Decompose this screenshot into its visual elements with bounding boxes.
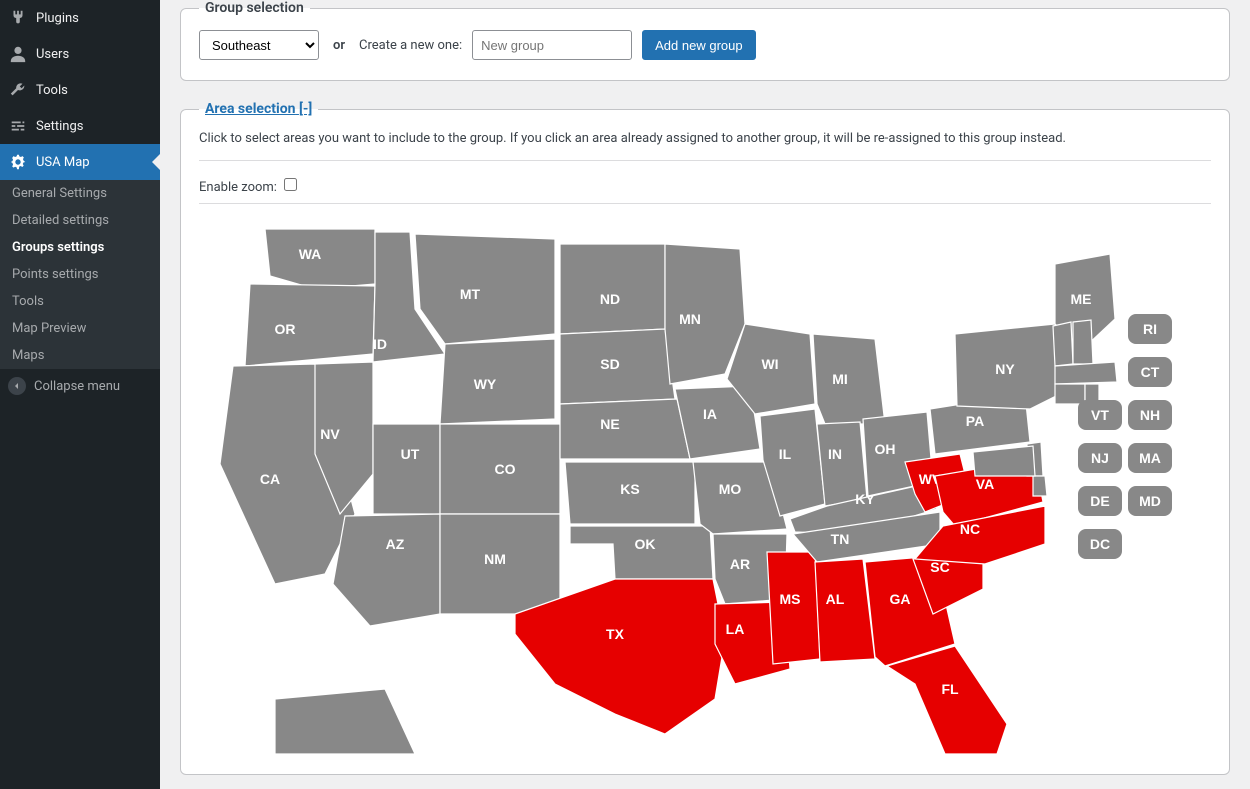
state-MI[interactable] <box>813 334 885 424</box>
group-selection-box: Group selection Southeast or Create a ne… <box>180 0 1230 81</box>
state-ND[interactable] <box>560 244 665 334</box>
collapse-menu[interactable]: Collapse menu <box>0 369 160 403</box>
state-WA[interactable] <box>265 229 375 289</box>
area-instruction: Click to select areas you want to includ… <box>199 131 1211 146</box>
sliders-icon <box>8 116 28 136</box>
state-MT[interactable] <box>415 234 555 344</box>
submenu-detailed[interactable]: Detailed settings <box>0 207 160 234</box>
submenu-points[interactable]: Points settings <box>0 261 160 288</box>
state-MD[interactable] <box>973 446 1035 476</box>
state-VT[interactable] <box>1053 322 1073 366</box>
state-CT[interactable] <box>1055 384 1085 404</box>
menu-item-plugins[interactable]: Plugins <box>0 0 160 36</box>
state-chip-DC[interactable] <box>1078 529 1122 559</box>
collapse-icon <box>8 377 26 395</box>
state-MA[interactable] <box>1055 362 1117 384</box>
state-KS[interactable] <box>565 462 695 524</box>
menu-label: Tools <box>36 83 68 98</box>
collapse-label: Collapse menu <box>34 379 120 394</box>
menu-label: USA Map <box>36 155 90 170</box>
submenu-preview[interactable]: Map Preview <box>0 315 160 342</box>
admin-sidebar: Plugins Users Tools Settings USA Map Gen… <box>0 0 160 789</box>
state-DE[interactable] <box>1033 476 1047 496</box>
wrench-icon <box>8 80 28 100</box>
user-icon <box>8 44 28 64</box>
state-FL[interactable] <box>887 646 1007 754</box>
state-chip-MD[interactable] <box>1128 486 1172 516</box>
area-selection-legend: Area selection [-] <box>199 101 318 117</box>
new-group-input[interactable] <box>472 30 632 60</box>
state-NE[interactable] <box>560 399 690 459</box>
create-label: Create a new one: <box>359 38 462 53</box>
main-content: Group selection Southeast or Create a ne… <box>160 0 1250 789</box>
state-AZ[interactable] <box>333 514 440 626</box>
state-AK-partial[interactable] <box>275 689 415 754</box>
state-NM[interactable] <box>440 514 560 614</box>
menu-label: Users <box>36 47 69 62</box>
state-chip-NJ[interactable] <box>1078 443 1122 473</box>
submenu-general[interactable]: General Settings <box>0 180 160 207</box>
state-SD[interactable] <box>560 329 675 404</box>
group-selection-legend: Group selection <box>199 0 310 16</box>
state-MS[interactable] <box>767 552 820 664</box>
area-selection-toggle[interactable]: Area selection [-] <box>205 101 312 117</box>
state-CO[interactable] <box>440 424 560 514</box>
state-chip-DE[interactable] <box>1078 486 1122 516</box>
usa-map: WAORCANVIDMTWYUTAZCONMNDSDNEKSOKTXMNIAMO… <box>199 214 1211 754</box>
state-chip-VT[interactable] <box>1078 400 1122 430</box>
submenu-maps[interactable]: Maps <box>0 342 160 369</box>
plug-icon <box>8 8 28 28</box>
state-RI[interactable] <box>1085 384 1099 402</box>
state-chip-MA[interactable] <box>1128 443 1172 473</box>
enable-zoom-label: Enable zoom: <box>199 180 277 195</box>
state-WY[interactable] <box>440 339 555 424</box>
state-IN[interactable] <box>817 422 867 506</box>
state-chip-CT[interactable] <box>1128 357 1172 387</box>
add-group-button[interactable]: Add new group <box>642 30 755 60</box>
state-chip-NH[interactable] <box>1128 400 1172 430</box>
state-OK[interactable] <box>570 526 713 579</box>
menu-item-tools[interactable]: Tools <box>0 72 160 108</box>
group-select[interactable]: Southeast <box>199 30 319 60</box>
state-UT[interactable] <box>373 424 440 514</box>
submenu: General Settings Detailed settings Group… <box>0 180 160 369</box>
submenu-groups[interactable]: Groups settings <box>0 234 160 261</box>
menu-label: Settings <box>36 119 83 134</box>
menu-item-usa-map[interactable]: USA Map <box>0 144 160 180</box>
area-selection-box: Area selection [-] Click to select areas… <box>180 101 1230 775</box>
state-OR[interactable] <box>245 284 375 366</box>
menu-item-settings[interactable]: Settings <box>0 108 160 144</box>
or-label: or <box>329 38 349 53</box>
enable-zoom-checkbox[interactable] <box>284 178 297 191</box>
divider <box>199 160 1211 161</box>
state-chip-RI[interactable] <box>1128 314 1172 344</box>
submenu-tools[interactable]: Tools <box>0 288 160 315</box>
menu-item-users[interactable]: Users <box>0 36 160 72</box>
state-NH[interactable] <box>1073 320 1093 364</box>
gear-icon <box>8 152 28 172</box>
menu-label: Plugins <box>36 11 79 26</box>
